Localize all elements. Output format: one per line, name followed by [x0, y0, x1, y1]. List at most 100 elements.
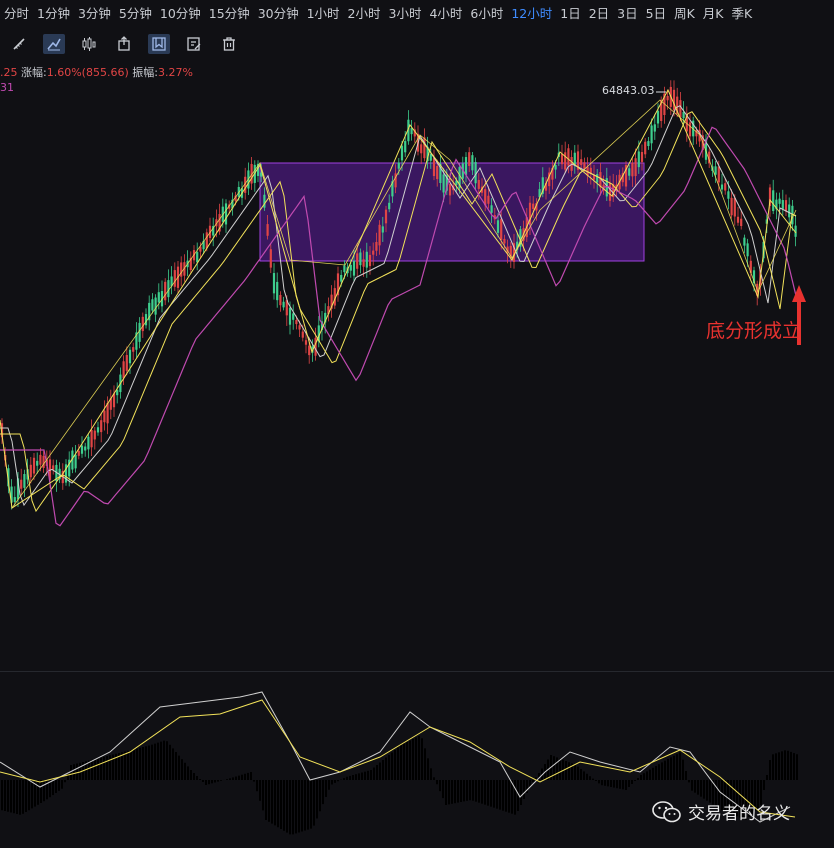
macd-histogram-bar: [145, 746, 147, 780]
candle-body: [352, 260, 356, 276]
candle-body: [666, 95, 669, 101]
macd-histogram-bar: [151, 744, 153, 780]
timeframe-16[interactable]: 5日: [642, 0, 670, 28]
candle-body: [608, 183, 612, 201]
candle-body: [103, 410, 106, 423]
price-chart[interactable]: [0, 60, 834, 670]
timeframe-13[interactable]: 1日: [556, 0, 584, 28]
timeframe-15[interactable]: 3日: [613, 0, 641, 28]
macd-histogram-bar: [244, 773, 246, 780]
timeframe-11[interactable]: 6小时: [466, 0, 507, 28]
timeframe-9[interactable]: 3小时: [385, 0, 426, 28]
timeframe-8[interactable]: 2小时: [344, 0, 385, 28]
candle-body: [688, 122, 692, 137]
timeframe-4[interactable]: 10分钟: [156, 0, 205, 28]
macd-histogram-bar: [259, 780, 261, 801]
macd-histogram-bar: [121, 752, 123, 780]
macd-histogram-bar: [229, 778, 231, 780]
candle-body: [788, 204, 791, 218]
candle-body: [400, 145, 404, 161]
macd-histogram-bar: [265, 780, 267, 820]
macd-histogram-bar: [292, 780, 294, 835]
macd-histogram-bar: [262, 780, 264, 811]
stats-prefix: .25: [0, 66, 18, 79]
candle-body: [496, 220, 500, 233]
candle-body: [141, 316, 144, 332]
macd-histogram-bar: [583, 771, 585, 780]
macd-histogram-bar: [424, 748, 426, 780]
macd-histogram-bar: [136, 748, 138, 780]
candle-body: [647, 141, 650, 147]
timeframe-3[interactable]: 5分钟: [115, 0, 156, 28]
timeframe-2[interactable]: 3分钟: [74, 0, 115, 28]
candle-body: [151, 299, 154, 311]
candle-body: [128, 349, 132, 364]
timeframe-18[interactable]: 月K: [699, 0, 728, 28]
candle-body: [432, 158, 436, 177]
timeframe-17[interactable]: 周K: [670, 0, 699, 28]
macd-histogram-bar: [187, 766, 189, 780]
macd-histogram-bar: [574, 764, 576, 780]
timeframe-1[interactable]: 1分钟: [33, 0, 74, 28]
candle-body: [682, 112, 685, 119]
timeframe-6[interactable]: 30分钟: [254, 0, 303, 28]
candle-body: [634, 158, 637, 177]
macd-histogram-bar: [457, 780, 459, 803]
candle-style-icon[interactable]: [78, 34, 100, 54]
timeframe-12[interactable]: 12小时: [507, 0, 556, 28]
candle-body: [423, 137, 426, 159]
candle-body: [637, 151, 640, 168]
candle-body: [196, 252, 199, 263]
ruler-icon[interactable]: [8, 34, 30, 54]
candle-body: [74, 454, 77, 469]
timeframe-5[interactable]: 15分钟: [205, 0, 254, 28]
candle-body: [436, 166, 439, 180]
trash-icon[interactable]: [218, 34, 240, 54]
candle-body: [356, 253, 359, 269]
macd-histogram-bar: [7, 780, 9, 812]
candle-body: [644, 141, 647, 155]
timeframe-19[interactable]: 季K: [727, 0, 756, 28]
macd-histogram-bar: [268, 780, 270, 822]
candle-body: [87, 436, 90, 450]
timeframe-7[interactable]: 1小时: [303, 0, 344, 28]
draw-line-icon[interactable]: [43, 34, 65, 54]
candle-body: [23, 474, 26, 488]
macd-histogram-bar: [601, 780, 603, 786]
macd-histogram-bar: [514, 780, 516, 815]
candle-body: [640, 152, 644, 162]
macd-histogram-bar: [124, 751, 126, 780]
candle-body: [36, 460, 39, 466]
candle-body: [224, 203, 228, 225]
macd-histogram-bar: [271, 780, 273, 824]
timeframe-14[interactable]: 2日: [585, 0, 613, 28]
macd-histogram-bar: [676, 754, 678, 780]
candle-body: [29, 464, 32, 478]
share-icon[interactable]: [113, 34, 135, 54]
macd-histogram-bar: [586, 773, 588, 780]
candle-body: [106, 403, 109, 424]
macd-histogram-bar: [499, 780, 501, 810]
macd-histogram-bar: [214, 780, 216, 783]
macd-histogram-bar: [775, 753, 777, 780]
macd-histogram-bar: [667, 758, 669, 780]
candle-body: [32, 457, 36, 474]
bookmark-icon[interactable]: [148, 34, 170, 54]
macd-histogram-bar: [604, 780, 606, 786]
candle-body: [359, 252, 362, 266]
timeframe-10[interactable]: 4小时: [425, 0, 466, 28]
candle-body: [656, 110, 660, 124]
candle-body: [471, 155, 474, 171]
candle-body: [77, 450, 80, 456]
macd-histogram-bar: [706, 780, 708, 801]
macd-histogram-bar: [100, 757, 102, 780]
macd-histogram-bar: [442, 780, 444, 799]
macd-histogram-bar: [130, 750, 132, 780]
macd-histogram-bar: [226, 779, 228, 780]
macd-histogram-bar: [235, 776, 237, 780]
edit-note-icon[interactable]: [183, 34, 205, 54]
timeframe-0[interactable]: 分时: [0, 0, 33, 28]
macd-histogram-bar: [448, 780, 450, 805]
macd-histogram-bar: [493, 780, 495, 808]
macd-histogram-bar: [595, 780, 597, 781]
